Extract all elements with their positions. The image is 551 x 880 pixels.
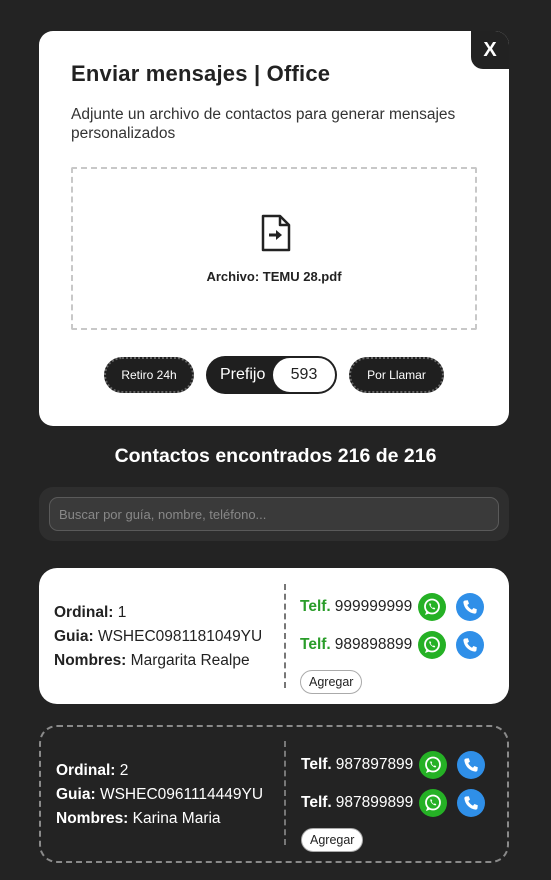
contacts-found-title: Contactos encontrados 216 de 216 <box>114 445 437 467</box>
phone-number: 987897899 <box>335 756 414 773</box>
phone-number: 999999999 <box>334 598 413 615</box>
phone-icon <box>463 600 478 614</box>
file-import-icon <box>261 214 291 252</box>
whatsapp-icon <box>424 598 441 615</box>
guia-label: Guia: <box>54 628 94 645</box>
ordinal-value: 2 <box>119 762 129 779</box>
ordinal-label: Ordinal: <box>54 604 114 621</box>
file-name: Archivo: TEMU 28.pdf <box>206 269 342 284</box>
modal-title: Enviar mensajes | Office <box>71 61 331 86</box>
nombres-value: Karina Maria <box>132 810 221 827</box>
whatsapp-icon <box>425 756 442 773</box>
prefix-label: Prefijo <box>220 366 266 383</box>
phone-row: Telf. 987897899 <box>301 746 486 784</box>
contact-info: Ordinal: 1 Guia: WSHEC0981181049YU Nombr… <box>54 601 262 673</box>
whatsapp-button[interactable] <box>418 593 447 621</box>
phone-icon <box>464 758 479 772</box>
whatsapp-icon <box>425 794 442 811</box>
phone-number: 987899899 <box>335 794 414 811</box>
telf-label: Telf. <box>300 636 331 653</box>
phone-list: Telf. 987897899 Telf. 987899899 Agregar <box>301 746 486 852</box>
por-llamar-button[interactable]: Por Llamar <box>349 357 444 393</box>
prefix-field: Prefijo 593 <box>206 356 337 394</box>
phone-icon <box>464 796 479 810</box>
retiro-24h-button[interactable]: Retiro 24h <box>104 357 194 393</box>
prefix-input[interactable]: 593 <box>272 357 336 393</box>
whatsapp-button[interactable] <box>418 631 447 659</box>
ordinal-value: 1 <box>117 604 127 621</box>
send-messages-modal: X Enviar mensajes | Office Adjunte un ar… <box>39 31 509 426</box>
phone-list: Telf. 999999999 Telf. 989898899 Agregar <box>300 588 485 694</box>
close-button[interactable]: X <box>471 31 509 69</box>
telf-label: Telf. <box>301 756 332 773</box>
phone-icon <box>463 638 478 652</box>
telf-label: Telf. <box>300 598 331 615</box>
add-button[interactable]: Agregar <box>300 670 363 694</box>
search-input[interactable]: Buscar por guía, nombre, teléfono... <box>49 497 499 531</box>
phone-number: 989898899 <box>334 636 413 653</box>
phone-row: Telf. 987899899 <box>301 784 486 822</box>
ordinal-label: Ordinal: <box>56 762 116 779</box>
telf-label: Telf. <box>301 794 332 811</box>
card-divider <box>284 584 286 688</box>
contact-info: Ordinal: 2 Guia: WSHEC0961114449YU Nombr… <box>56 759 263 831</box>
modal-subtitle: Adjunte un archivo de contactos para gen… <box>71 106 456 142</box>
contact-card: Ordinal: 2 Guia: WSHEC0961114449YU Nombr… <box>39 725 509 863</box>
call-button[interactable] <box>457 751 486 779</box>
whatsapp-button[interactable] <box>419 751 448 779</box>
card-divider <box>284 741 286 845</box>
guia-value: WSHEC0981181049YU <box>97 628 263 645</box>
add-button[interactable]: Agregar <box>301 828 364 852</box>
phone-row: Telf. 999999999 <box>300 588 485 626</box>
call-button[interactable] <box>456 593 485 621</box>
contact-card: Ordinal: 1 Guia: WSHEC0981181049YU Nombr… <box>39 568 509 704</box>
guia-value: WSHEC0961114449YU <box>99 786 264 803</box>
file-dropzone[interactable]: Archivo: TEMU 28.pdf <box>71 167 477 330</box>
nombres-value: Margarita Realpe <box>130 652 250 669</box>
options-row: Retiro 24h Prefijo 593 Por Llamar <box>39 354 509 394</box>
nombres-label: Nombres: <box>54 652 127 669</box>
phone-row: Telf. 989898899 <box>300 626 485 664</box>
call-button[interactable] <box>456 631 485 659</box>
whatsapp-icon <box>424 636 441 653</box>
nombres-label: Nombres: <box>56 810 129 827</box>
search-container: Buscar por guía, nombre, teléfono... <box>39 487 509 541</box>
guia-label: Guia: <box>56 786 96 803</box>
call-button[interactable] <box>457 789 486 817</box>
whatsapp-button[interactable] <box>419 789 448 817</box>
